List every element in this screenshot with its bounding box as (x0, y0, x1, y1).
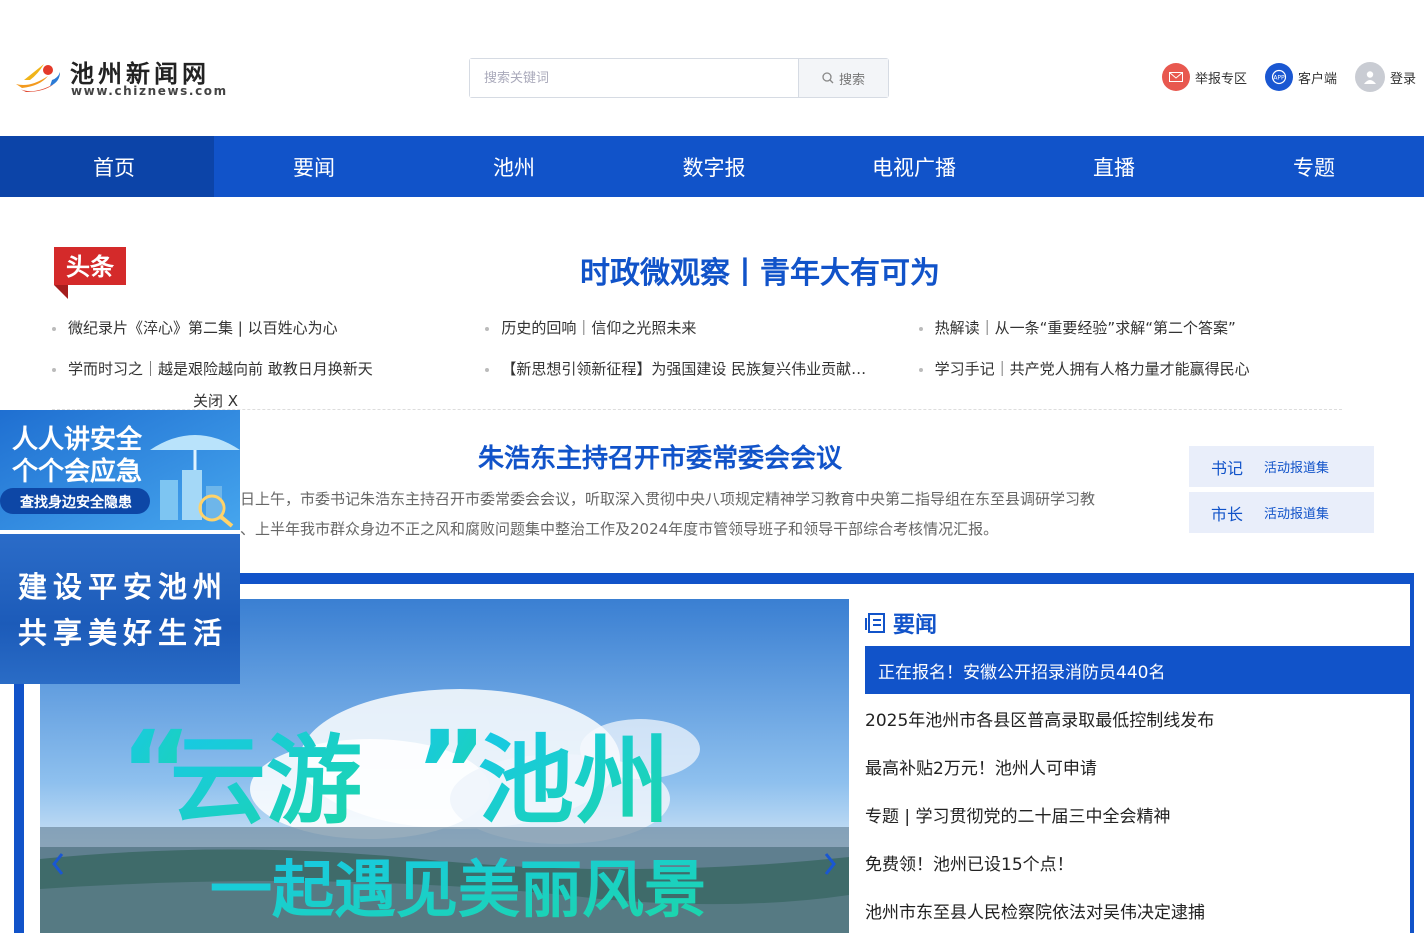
nav-item-news[interactable]: 要闻 (214, 136, 414, 197)
search-button-label: 搜索 (838, 72, 865, 88)
nav-item-live[interactable]: 直播 (1014, 136, 1214, 197)
headline-links: 微纪录片《淬心》第二集 | 以百姓心为心 历史的回响｜信仰之光照未来 热解读｜从… (52, 314, 1352, 396)
news-list-icon (865, 613, 885, 633)
news-item[interactable]: 最高补贴2万元！池州人可申请 (865, 742, 1411, 790)
tag-secretary: 书记 活动报道集 (1189, 446, 1374, 487)
news-item[interactable]: 2025年池州市各县区普高录取最低控制线发布 (865, 694, 1411, 742)
page: 池州新闻网 www.chiznews.com 搜索 举报专区 (0, 0, 1424, 933)
slide-title-place: 池州 (478, 725, 670, 837)
nav-item-tv-radio[interactable]: 电视广播 (814, 136, 1014, 197)
nav-edge (0, 136, 14, 197)
app-icon: APP (1264, 63, 1293, 91)
news-item[interactable]: 池州市东至县人民检察院依法对吴伟决定逮捕 (865, 886, 1411, 933)
nav-item-epaper[interactable]: 数字报 (614, 136, 814, 197)
login-link-label: 登录 (1389, 71, 1416, 87)
safety-ad-line1: 人人讲安全 (12, 424, 143, 455)
report-link[interactable]: 举报专区 (1161, 63, 1247, 91)
slide-title-quote-close: ” (415, 707, 487, 835)
lead-story-title[interactable]: 朱浩东主持召开市委常委会会议 (240, 438, 1080, 475)
search-icon (822, 72, 834, 84)
tag-mayor-name[interactable]: 市长 (1189, 501, 1264, 525)
headline-row: 微纪录片《淬心》第二集 | 以百姓心为心 历史的回响｜信仰之光照未来 热解读｜从… (52, 314, 1352, 355)
news-item[interactable]: 免费领！池州已设15个点！ (865, 838, 1411, 886)
main-nav: 首页 要闻 池州 数字报 电视广播 直播 专题 (0, 136, 1424, 197)
headline-badge: 头条 (54, 247, 126, 299)
slider-prev-icon[interactable] (46, 848, 70, 880)
tag-mayor-link[interactable]: 活动报道集 (1264, 503, 1329, 522)
slider-next-icon[interactable] (818, 848, 842, 880)
news-heading-label: 要闻 (893, 613, 938, 638)
news-heading: 要闻 (865, 600, 1411, 646)
app-link-label: 客户端 (1297, 71, 1337, 87)
headline-link[interactable]: 【新思想引领新征程】为强国建设 民族复兴伟业贡献… (485, 355, 918, 396)
headline-link[interactable]: 学而时习之｜越是艰险越向前 敢教日月换新天 (52, 355, 485, 396)
site-header: 池州新闻网 www.chiznews.com 搜索 举报专区 (0, 0, 1424, 136)
news-item[interactable]: 正在报名！安徽公开招录消防员440名 (865, 646, 1411, 694)
leader-tags: 书记 活动报道集 市长 活动报道集 (1189, 446, 1374, 538)
headline-link[interactable]: 热解读｜从一条“重要经验”求解“第二个答案” (918, 314, 1352, 355)
login-link[interactable]: 登录 (1354, 62, 1416, 92)
user-icon (1354, 62, 1385, 92)
divider (52, 409, 1342, 410)
headline-link[interactable]: 微纪录片《淬心》第二集 | 以百姓心为心 (52, 314, 485, 355)
nav-item-chizhou[interactable]: 池州 (414, 136, 614, 197)
header-links: 举报专区 APP 客户端 登录 (1144, 62, 1416, 92)
svg-text:APP: APP (1273, 75, 1285, 82)
peace-ad-line2: 共享美好生活 (18, 616, 229, 650)
site-logo[interactable]: 池州新闻网 www.chiznews.com (14, 52, 234, 104)
peace-ad-line1: 建设平安池州 (18, 570, 229, 604)
headline-badge-label: 头条 (66, 252, 115, 281)
search-input[interactable] (470, 59, 798, 97)
headline-link[interactable]: 历史的回响｜信仰之光照未来 (485, 314, 918, 355)
lead-story-summary: 日上午，市委书记朱浩东主持召开市委常委会会议，听取深入贯彻中央八项规定精神学习教… (240, 484, 1160, 544)
ad-close-button[interactable]: 关闭 X (193, 390, 238, 411)
tag-mayor: 市长 活动报道集 (1189, 492, 1374, 533)
logo-url: www.chiznews.com (71, 84, 228, 98)
safety-ad-line3: 查找身边安全隐患 (20, 494, 132, 511)
lead-summary-line: 、上半年我市群众身边不正之风和腐败问题集中整治工作及2024年度市管领导班子和领… (240, 520, 999, 538)
safety-ad-line2: 个个会应急 (12, 456, 142, 487)
search-bar: 搜索 (469, 58, 889, 98)
slide-title-main: 云游 (170, 725, 362, 837)
headline-row: 学而时习之｜越是艰险越向前 敢教日月换新天 【新思想引领新征程】为强国建设 民族… (52, 355, 1352, 396)
peace-ad-banner[interactable]: 建设平安池州 共享美好生活 (0, 534, 240, 684)
headline-title[interactable]: 时政微观察丨青年大有可为 (540, 248, 980, 292)
safety-ad-banner[interactable]: 人人讲安全 个个会应急 查找身边安全隐患 (0, 410, 240, 530)
lead-summary-line: 日上午，市委书记朱浩东主持召开市委常委会会议，听取深入贯彻中央八项规定精神学习教… (240, 490, 1096, 508)
logo-icon (16, 64, 60, 92)
news-item[interactable]: 专题 | 学习贯彻党的二十届三中全会精神 (865, 790, 1411, 838)
nav-item-topics[interactable]: 专题 (1214, 136, 1414, 197)
news-list: 要闻 正在报名！安徽公开招录消防员440名 2025年池州市各县区普高录取最低控… (865, 600, 1411, 933)
tag-secretary-name[interactable]: 书记 (1189, 455, 1264, 479)
search-button[interactable]: 搜索 (798, 59, 888, 97)
nav-item-home[interactable]: 首页 (14, 136, 214, 197)
safety-ad-image: 人人讲安全 个个会应急 查找身边安全隐患 (0, 410, 240, 530)
app-link[interactable]: APP 客户端 (1264, 63, 1337, 91)
report-link-label: 举报专区 (1194, 71, 1247, 87)
mail-icon (1161, 63, 1190, 91)
slide-subtitle: 一起遇见美丽风景 (210, 853, 706, 926)
tag-secretary-link[interactable]: 活动报道集 (1264, 457, 1329, 476)
headline-link[interactable]: 学习手记｜共产党人拥有人格力量才能赢得民心 (918, 355, 1352, 396)
